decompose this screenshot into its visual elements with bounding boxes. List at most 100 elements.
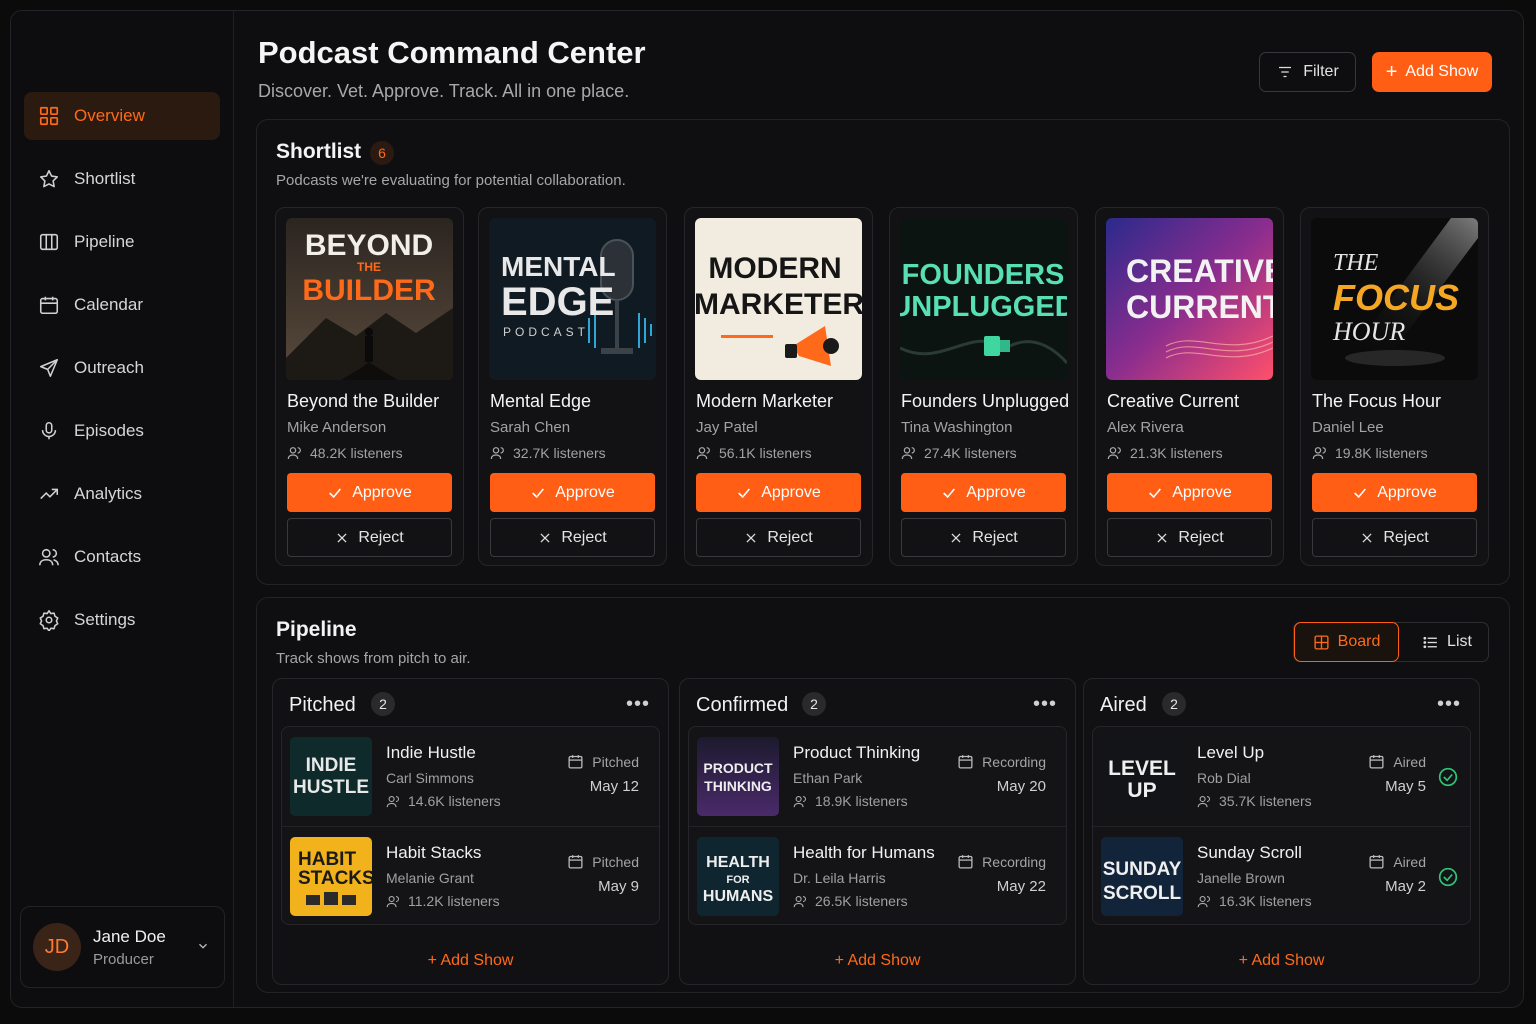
listener-count: 26.5K listeners: [793, 893, 908, 909]
list-item[interactable]: HABIT STACKS Habit Stacks Melanie Grant 1…: [282, 826, 659, 925]
filter-button[interactable]: Filter: [1259, 52, 1356, 92]
sidebar-item-calendar[interactable]: Calendar: [24, 281, 220, 329]
show-name: Founders Unplugged: [901, 391, 1070, 411]
view-toggle: Board List: [1293, 622, 1489, 662]
listener-count: 11.2K listeners: [386, 893, 500, 909]
sidebar-item-settings[interactable]: Settings: [24, 596, 220, 644]
show-card: FOUNDERS UNPLUGGED Founders Unplugged Ti…: [889, 207, 1078, 566]
podcast-cover[interactable]: MODERN MARKETER: [695, 218, 862, 380]
column-title: Pitched: [289, 694, 356, 716]
cover-title-line: THE: [357, 260, 381, 274]
users-icon: [1312, 447, 1326, 460]
column-count-badge: 2: [1162, 692, 1186, 716]
more-options-icon[interactable]: •••: [1033, 693, 1057, 716]
sidebar-item-outreach[interactable]: Outreach: [24, 344, 220, 392]
reject-button[interactable]: Reject: [490, 518, 655, 557]
page-subtitle: Discover. Vet. Approve. Track. All in on…: [258, 81, 630, 101]
column-list: LEVEL UP Level Up Rob Dial 35.7K listener…: [1092, 726, 1471, 925]
approve-button[interactable]: Approve: [901, 473, 1066, 512]
show-card: MENTAL EDGE PODCAST Mental Edge Sarah Ch…: [478, 207, 667, 566]
list-item[interactable]: LEVEL UP Level Up Rob Dial 35.7K listener…: [1093, 727, 1470, 826]
show-name: Mental Edge: [490, 391, 592, 411]
listener-count: 14.6K listeners: [386, 793, 501, 809]
sidebar-item-shortlist[interactable]: Shortlist: [24, 155, 220, 203]
approve-button[interactable]: Approve: [490, 473, 655, 512]
list-item[interactable]: HEALTH FOR HUMANS Health for Humans Dr. Le…: [689, 826, 1066, 925]
pipeline-column-aired: Aired 2 ••• LEVEL UP Level Up Rob Dial 35…: [1083, 678, 1480, 985]
user-menu[interactable]: JD Jane Doe Producer: [20, 906, 225, 988]
show-host: Tina Washington: [901, 419, 1013, 436]
microphone-icon: [41, 421, 57, 440]
users-icon: [901, 447, 915, 460]
more-options-icon[interactable]: •••: [1437, 693, 1461, 716]
cover-title-line: HUSTLE: [293, 777, 369, 798]
show-host: Carl Simmons: [386, 770, 474, 786]
sidebar-item-analytics[interactable]: Analytics: [24, 470, 220, 518]
add-show-button[interactable]: + Add Show: [680, 952, 1075, 970]
reject-label: Reject: [1178, 528, 1224, 546]
sidebar-item-label: Analytics: [74, 484, 143, 503]
podcast-cover[interactable]: CREATIVE CURRENT: [1106, 218, 1273, 380]
cover-title-line: CURRENT: [1126, 289, 1273, 325]
reject-label: Reject: [561, 528, 607, 546]
filter-label: Filter: [1303, 63, 1339, 80]
reject-button[interactable]: Reject: [287, 518, 452, 557]
close-icon: [1362, 532, 1372, 543]
reject-button[interactable]: Reject: [696, 518, 861, 557]
add-show-button[interactable]: + Add Show: [273, 952, 668, 970]
status-label: Pitched: [567, 753, 639, 770]
listeners-text: 19.8K listeners: [1335, 445, 1428, 461]
cover-title-line: HEALTH: [706, 854, 770, 871]
listeners-text: 56.1K listeners: [719, 445, 812, 461]
podcast-cover: HEALTH FOR HUMANS: [697, 837, 779, 916]
show-host: Rob Dial: [1197, 770, 1251, 786]
listener-count: 21.3K listeners: [1107, 445, 1223, 461]
sidebar-item-label: Calendar: [74, 295, 143, 314]
more-options-icon[interactable]: •••: [626, 693, 650, 716]
board-view-button[interactable]: Board: [1294, 622, 1399, 662]
sidebar-item-contacts[interactable]: Contacts: [24, 533, 220, 581]
check-icon: [738, 487, 751, 498]
approve-button[interactable]: Approve: [1312, 473, 1477, 512]
status-date: May 5: [1385, 778, 1426, 795]
list-item[interactable]: SUNDAY SCROLL Sunday Scroll Janelle Brown…: [1093, 826, 1470, 925]
list-view-button[interactable]: List: [1404, 623, 1490, 661]
reject-button[interactable]: Reject: [901, 518, 1066, 557]
sidebar-item-pipeline[interactable]: Pipeline: [24, 218, 220, 266]
cover-title-line: FOUNDERS: [902, 259, 1065, 291]
approve-button[interactable]: Approve: [287, 473, 452, 512]
podcast-cover[interactable]: MENTAL EDGE PODCAST: [489, 218, 656, 380]
add-show-button[interactable]: + Add Show: [1084, 952, 1479, 970]
filter-icon: [1279, 66, 1292, 78]
reject-button[interactable]: Reject: [1107, 518, 1272, 557]
show-name: Habit Stacks: [386, 843, 482, 862]
listener-count: 19.8K listeners: [1312, 445, 1428, 461]
user-name: Jane Doe: [93, 926, 166, 946]
status-text: Recording: [982, 753, 1046, 770]
cover-title-line: UP: [1127, 779, 1156, 802]
approve-button[interactable]: Approve: [696, 473, 861, 512]
avatar: JD: [33, 923, 81, 971]
sidebar-item-episodes[interactable]: Episodes: [24, 407, 220, 455]
listener-count: 48.2K listeners: [287, 445, 403, 461]
calendar-icon: [958, 855, 973, 869]
podcast-cover[interactable]: BEYOND THE BUILDER: [286, 218, 453, 380]
status-text: Pitched: [592, 753, 639, 770]
podcast-cover[interactable]: FOUNDERS UNPLUGGED: [900, 218, 1067, 380]
status-date: May 2: [1385, 878, 1426, 895]
reject-button[interactable]: Reject: [1312, 518, 1477, 557]
column-list: PRODUCT THINKING Product Thinking Ethan P…: [688, 726, 1067, 925]
sidebar-item-overview[interactable]: Overview: [24, 92, 220, 140]
list-item[interactable]: PRODUCT THINKING Product Thinking Ethan P…: [689, 727, 1066, 826]
shortlist-panel: Shortlist 6 Podcasts we're evaluating fo…: [256, 119, 1510, 585]
podcast-cover: PRODUCT THINKING: [697, 737, 779, 816]
add-show-button[interactable]: + Add Show: [1372, 52, 1492, 92]
check-icon: [1149, 487, 1162, 498]
list-item[interactable]: INDIE HUSTLE Indie Hustle Carl Simmons 14…: [282, 727, 659, 826]
approve-button[interactable]: Approve: [1107, 473, 1272, 512]
add-show-label: Add Show: [440, 952, 514, 969]
show-host: Alex Rivera: [1107, 419, 1184, 436]
columns-icon: [39, 233, 59, 251]
sidebar-item-label: Shortlist: [74, 169, 136, 188]
podcast-cover[interactable]: THE FOCUS HOUR: [1311, 218, 1478, 380]
